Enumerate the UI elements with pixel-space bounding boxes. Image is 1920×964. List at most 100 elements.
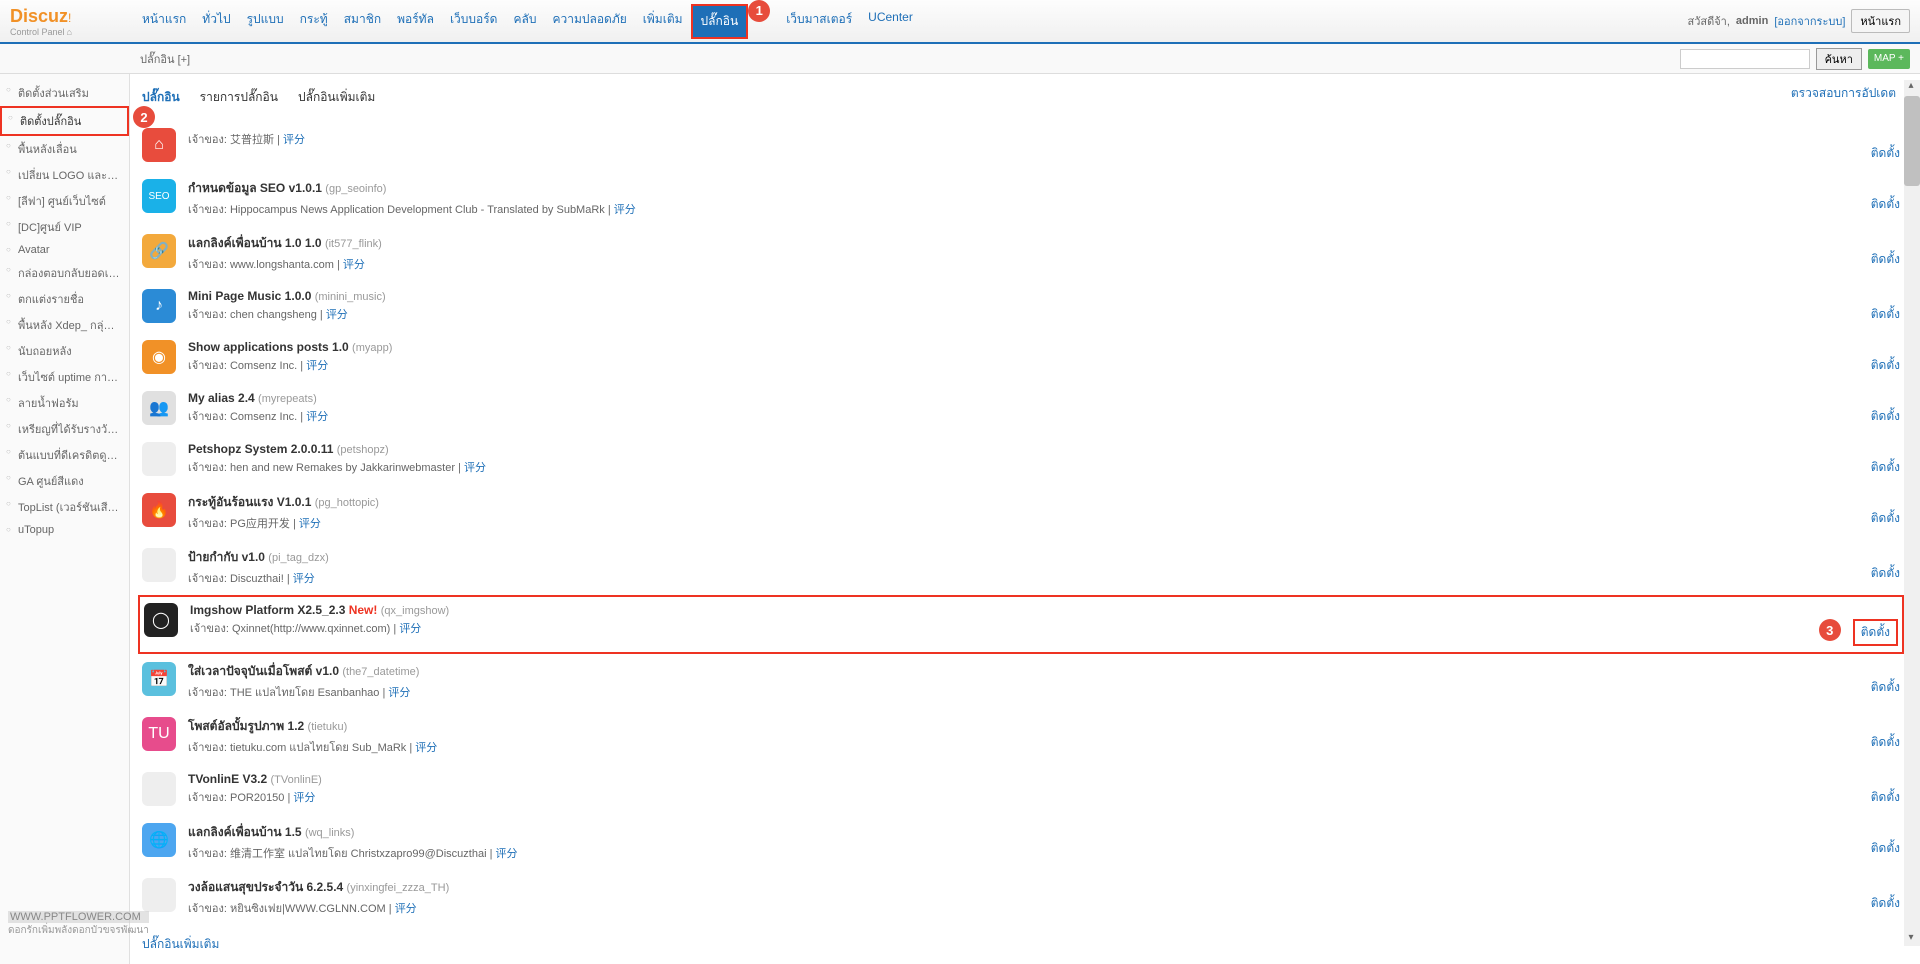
scrollbar-down-arrow[interactable]: ▾ (1904, 932, 1918, 946)
rate-link[interactable]: 评分 (395, 903, 417, 915)
rate-link[interactable]: 评分 (399, 623, 421, 635)
plugin-owner: เจ้าของ: Comsenz Inc. | 评分 (188, 356, 1859, 374)
home-button[interactable]: หน้าแรก (1851, 9, 1910, 33)
sidebar-item[interactable]: GA ศูนย์สีแดง (0, 468, 129, 494)
install-link[interactable]: ติดตั้ง (1871, 458, 1900, 477)
sidebar-item[interactable]: พื้นหลังเลื่อน (0, 136, 129, 162)
sidebar-item[interactable]: เปลี่ยน LOGO และพื้นหลัง (0, 162, 129, 188)
nav-item[interactable]: ทั่วไป (194, 4, 238, 39)
plugin-icon (142, 442, 176, 476)
install-link[interactable]: ติดตั้ง (1871, 356, 1900, 375)
sidebar-item[interactable]: [ลีฟา] ศูนย์เว็บไซต์ (0, 188, 129, 214)
scrollbar-up-arrow[interactable]: ▴ (1904, 80, 1918, 94)
sidebar-item[interactable]: ติดตั้งส่วนเสริม (0, 80, 129, 106)
plugin-row: 👥My alias 2.4 (myrepeats)เจ้าของ: Comsen… (142, 383, 1900, 434)
scrollbar-thumb[interactable] (1904, 96, 1920, 186)
map-button[interactable]: MAP + (1868, 49, 1910, 69)
install-link[interactable]: ติดตั้ง (1871, 678, 1900, 697)
plugin-owner: เจ้าของ: THE แปลไทยโดย Esanbanhao | 评分 (188, 683, 1859, 701)
install-link[interactable]: ติดตั้ง (1871, 564, 1900, 583)
rate-link[interactable]: 评分 (415, 742, 437, 754)
rate-link[interactable]: 评分 (343, 259, 365, 271)
rate-link[interactable]: 评分 (283, 134, 305, 146)
nav-item[interactable]: UCenter (860, 4, 921, 39)
install-link[interactable]: ติดตั้ง3 (1853, 619, 1898, 646)
sidebar-item[interactable]: Avatar (0, 240, 129, 260)
plugin-title: Imgshow Platform X2.5_2.3 New! (qx_imgsh… (190, 603, 1841, 617)
rate-link[interactable]: 评分 (293, 573, 315, 585)
install-link[interactable]: ติดตั้ง (1871, 839, 1900, 858)
sidebar-item[interactable]: ตกแต่งรายชื่อ (0, 286, 129, 312)
install-link[interactable]: ติดตั้ง (1871, 144, 1900, 163)
sidebar-item[interactable]: เหรียญที่ได้รับรางวัลโดยระ (0, 416, 129, 442)
rate-link[interactable]: 评分 (293, 792, 315, 804)
sidebar-item[interactable]: TopList (เวอร์ชันเสียตัว) (0, 494, 129, 520)
plugin-title: แลกลิงค์เพื่อนบ้าน 1.0 1.0 (it577_flink) (188, 234, 1859, 253)
plugin-owner: เจ้าของ: POR20150 | 评分 (188, 788, 1859, 806)
plugin-owner: เจ้าของ: Qxinnet(http://www.qxinnet.com)… (190, 619, 1841, 637)
plugin-info: โพสต์อัลบั้มรูปภาพ 1.2 (tietuku)เจ้าของ:… (188, 717, 1859, 756)
breadcrumb[interactable]: ปลั๊กอิน [+] (140, 50, 190, 68)
nav-item[interactable]: สมาชิก (336, 4, 389, 39)
plugin-row: 🌐แลกลิงค์เพื่อนบ้าน 1.5 (wq_links)เจ้าขอ… (142, 815, 1900, 870)
plugin-row: 🔥กระทู้อันร้อนแรง V1.0.1 (pg_hottopic)เจ… (142, 485, 1900, 540)
rate-link[interactable]: 评分 (496, 848, 518, 860)
plugin-owner: เจ้าของ: Discuzthai! | 评分 (188, 569, 1859, 587)
plugin-owner: เจ้าของ: www.longshanta.com | 评分 (188, 255, 1859, 273)
nav-item[interactable]: ปลั๊กอิน1 (691, 4, 749, 39)
logo-subtitle: Control Panel⌂ (10, 27, 128, 37)
sidebar-item[interactable]: พื้นหลัง Xdep_ กลุ่มฟอรัม (0, 312, 129, 338)
rate-link[interactable]: 评分 (306, 360, 328, 372)
plugin-row: ป้ายกำกับ v1.0 (pi_tag_dzx)เจ้าของ: Disc… (142, 540, 1900, 595)
plugin-info: ป้ายกำกับ v1.0 (pi_tag_dzx)เจ้าของ: Disc… (188, 548, 1859, 587)
sidebar-item[interactable]: uTopup (0, 520, 129, 540)
rate-link[interactable]: 评分 (464, 462, 486, 474)
nav-item[interactable]: เว็บมาสเตอร์ (778, 4, 860, 39)
install-link[interactable]: ติดตั้ง (1871, 509, 1900, 528)
install-link[interactable]: ติดตั้ง (1871, 788, 1900, 807)
nav-item[interactable]: หน้าแรก (134, 4, 194, 39)
nav-item[interactable]: กระทู้ (292, 4, 336, 39)
nav-item[interactable]: รูปแบบ (239, 4, 292, 39)
rate-link[interactable]: 评分 (299, 518, 321, 530)
rate-link[interactable]: 评分 (614, 204, 636, 216)
plugin-row: ⌂ เจ้าของ: 艾普拉斯 | 评分ติดตั้ง (142, 120, 1900, 171)
install-link[interactable]: ติดตั้ง (1871, 250, 1900, 269)
tab[interactable]: รายการปลั๊กอิน (200, 84, 278, 111)
sidebar-item[interactable]: เว็บไซต์ uptime การรักษา (0, 364, 129, 390)
step-badge-3: 3 (1819, 619, 1841, 641)
logout-link[interactable]: [ออกจากระบบ] (1774, 12, 1845, 30)
nav-item[interactable]: ความปลอดภัย (544, 4, 634, 39)
sidebar-item[interactable]: กล่องตอบกลับยอดเยี่ยม (0, 260, 129, 286)
install-link[interactable]: ติดตั้ง (1871, 894, 1900, 913)
sidebar-item[interactable]: ลายน้ำฟอรัม (0, 390, 129, 416)
sidebar-item[interactable]: ติดตั้งปลั๊กอิน2 (0, 106, 129, 136)
scrollbar[interactable]: ▴ ▾ (1904, 80, 1920, 946)
search-input[interactable] (1680, 49, 1810, 69)
rate-link[interactable]: 评分 (306, 411, 328, 423)
install-link[interactable]: ติดตั้ง (1871, 195, 1900, 214)
install-link[interactable]: ติดตั้ง (1871, 407, 1900, 426)
plugin-title: TVonlinE V3.2 (TVonlinE) (188, 772, 1859, 786)
rate-link[interactable]: 评分 (388, 687, 410, 699)
sidebar-item[interactable]: ต้นแบบที่ดีเครดิตดูเนียม (0, 442, 129, 468)
layout: ติดตั้งส่วนเสริมติดตั้งปลั๊กอิน2พื้นหลัง… (0, 74, 1920, 964)
tab[interactable]: ปลั๊กอินเพิ่มเติม (298, 84, 375, 111)
install-link[interactable]: ติดตั้ง (1871, 305, 1900, 324)
nav-item[interactable]: พอร์ทัล (389, 4, 442, 39)
sidebar-item[interactable]: [DC]ศูนย์ VIP (0, 214, 129, 240)
more-plugins-link[interactable]: ปลั๊กอินเพิ่มเติม (142, 935, 219, 954)
nav-item[interactable]: เว็บบอร์ด (442, 4, 506, 39)
nav-item[interactable]: เพิ่มเติม (635, 4, 691, 39)
nav-item[interactable]: คลับ (505, 4, 544, 39)
sidebar-item[interactable]: นับถอยหลัง (0, 338, 129, 364)
content: ปลั๊กอินรายการปลั๊กอินปลั๊กอินเพิ่มเติม … (130, 74, 1920, 964)
home-icon: ⌂ (67, 27, 72, 37)
search-button[interactable]: ค้นหา (1816, 48, 1862, 70)
install-link[interactable]: ติดตั้ง (1871, 733, 1900, 752)
plugin-icon: TU (142, 717, 176, 751)
check-update-link[interactable]: ตรวจสอบการอัปเดต (1791, 84, 1896, 103)
plugin-info: เจ้าของ: 艾普拉斯 | 评分 (188, 128, 1859, 148)
plugin-icon (142, 772, 176, 806)
rate-link[interactable]: 评分 (326, 309, 348, 321)
